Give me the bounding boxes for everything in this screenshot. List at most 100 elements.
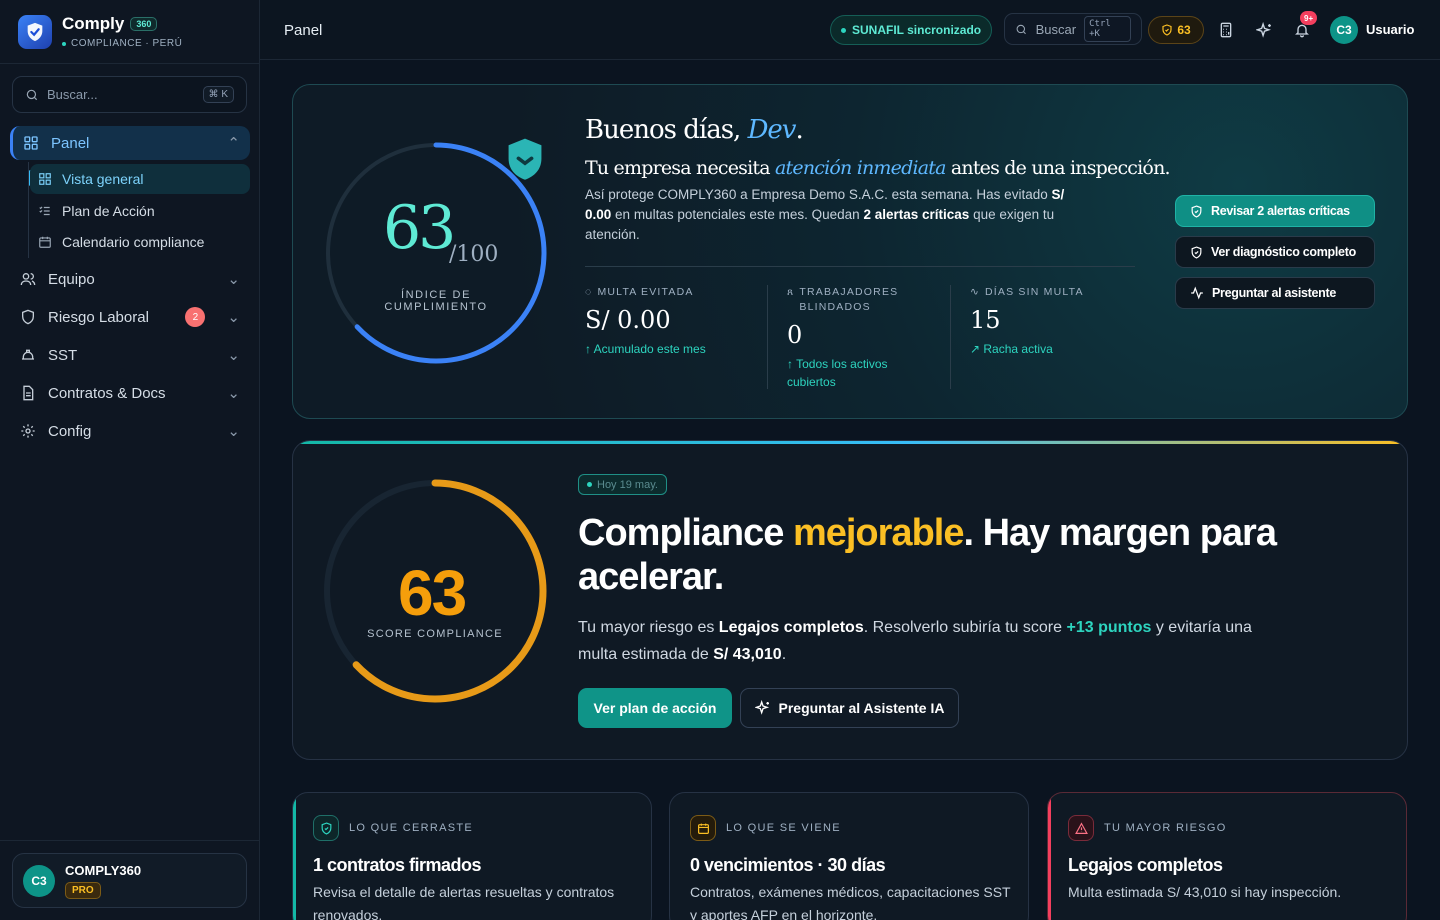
chevron-down-icon: ⌄ bbox=[227, 423, 240, 440]
users-icon: ጸ bbox=[787, 286, 795, 298]
grid-icon bbox=[39, 173, 51, 185]
ask-assistant-button[interactable]: Preguntar al asistente bbox=[1175, 277, 1375, 309]
sidebar-item-label: Equipo bbox=[48, 270, 95, 288]
plan-tier-badge: PRO bbox=[65, 881, 101, 899]
activity-icon: ∿ bbox=[970, 286, 980, 298]
sidebar-item-config[interactable]: Config ⌄ bbox=[10, 414, 250, 448]
sidebar-item-equipo[interactable]: Equipo ⌄ bbox=[10, 262, 250, 296]
sync-status-text: SUNAFIL sincronizado bbox=[852, 23, 982, 37]
sidebar-subitem-plan-accion[interactable]: Plan de Acción bbox=[30, 196, 250, 226]
shield-icon bbox=[22, 309, 34, 325]
sparkles-icon bbox=[754, 700, 769, 715]
shield-icon: ◌ bbox=[585, 286, 593, 298]
view-action-plan-button[interactable]: Ver plan de acción bbox=[578, 688, 732, 728]
summary-card-closed[interactable]: LO QUE CERRASTE 1 contratos firmados Rev… bbox=[292, 792, 652, 920]
card-description: Contratos, exámenes médicos, capacitacio… bbox=[690, 884, 1011, 920]
sidebar-search-input[interactable]: Buscar... ⌘ K bbox=[12, 76, 247, 113]
search-shortcut: ⌘ K bbox=[202, 86, 234, 103]
compliance-score-card: 63 SCORE COMPLIANCE Hoy 19 may. Complian… bbox=[292, 440, 1408, 760]
sidebar-subitem-label: Vista general bbox=[62, 171, 144, 187]
sidebar-item-label: Riesgo Laboral bbox=[48, 308, 149, 326]
summary-card-risk[interactable]: TU MAYOR RIESGO Legajos completos Multa … bbox=[1047, 792, 1407, 920]
summary-card-upcoming[interactable]: LO QUE SE VIENE 0 vencimientos · 30 días… bbox=[669, 792, 1029, 920]
compliance-score-value: 63 bbox=[398, 557, 467, 629]
grid-icon bbox=[24, 136, 38, 150]
sidebar-item-contratos-docs[interactable]: Contratos & Docs ⌄ bbox=[10, 376, 250, 410]
stat-note: Acumulado este mes bbox=[593, 342, 706, 356]
brand-badge: 360 bbox=[130, 17, 158, 31]
compliance-index-max: /100 bbox=[449, 242, 499, 267]
shield-icon bbox=[1191, 245, 1202, 259]
sidebar-item-label: Contratos & Docs bbox=[48, 384, 166, 402]
stat-multa-evitada: ◌ MULTA EVITADA S/ 0.00 ↑ Acumulado este … bbox=[585, 286, 706, 356]
users-icon bbox=[20, 273, 36, 286]
card-title: Legajos completos bbox=[1068, 855, 1223, 875]
shield-icon bbox=[1191, 204, 1202, 218]
chevron-down-icon: ⌄ bbox=[227, 385, 240, 402]
user-avatar[interactable]: C3 bbox=[1330, 16, 1358, 44]
sidebar-subitem-calendario[interactable]: Calendario compliance bbox=[30, 227, 250, 257]
card-kicker: LO QUE SE VIENE bbox=[726, 822, 841, 834]
sidebar-item-label: Panel bbox=[51, 134, 90, 152]
search-icon bbox=[1016, 24, 1026, 34]
chevron-down-icon: ⌄ bbox=[227, 271, 240, 288]
plan-name: COMPLY360 bbox=[65, 862, 142, 878]
calendar-icon bbox=[39, 236, 51, 248]
stat-label: MULTA EVITADA bbox=[597, 286, 694, 298]
review-alerts-button[interactable]: Revisar 2 alertas críticas bbox=[1175, 195, 1375, 227]
calendar-icon bbox=[690, 815, 716, 841]
chevron-down-icon: ⌄ bbox=[227, 347, 240, 364]
chevron-down-icon: ⌄ bbox=[227, 309, 240, 326]
hardhat-icon bbox=[22, 349, 34, 360]
stat-label: TRABAJADORES BLINDADOS bbox=[799, 286, 899, 313]
alert-count-badge: 2 bbox=[185, 307, 206, 327]
sparkles-icon[interactable] bbox=[1254, 20, 1274, 40]
brand-name: Comply bbox=[62, 14, 125, 33]
stat-value: S/ 0.00 bbox=[585, 306, 671, 334]
sidebar-subitem-label: Calendario compliance bbox=[62, 234, 205, 250]
shield-check-icon bbox=[313, 815, 339, 841]
score-pill[interactable]: 63 bbox=[1148, 16, 1204, 44]
search-label: Buscar bbox=[1035, 21, 1077, 37]
sidebar-item-sst[interactable]: SST ⌄ bbox=[10, 338, 250, 372]
sidebar-item-label: SST bbox=[48, 346, 78, 364]
compliance-score-label: SCORE COMPLIANCE bbox=[367, 628, 503, 640]
sidebar-search-placeholder: Buscar... bbox=[47, 87, 98, 102]
stat-trabajadores-blindados: ጸ TRABAJADORES BLINDADOS 0 ↑ Todos los ac… bbox=[787, 285, 927, 391]
card-kicker: LO QUE CERRASTE bbox=[349, 822, 474, 834]
shield-icon bbox=[1162, 24, 1172, 36]
user-name[interactable]: Usuario bbox=[1366, 22, 1414, 37]
sidebar: Comply 360 COMPLIANCE · PERÚ Buscar... ⌘ … bbox=[0, 0, 260, 920]
stat-value: 0 bbox=[787, 321, 803, 349]
document-icon bbox=[23, 385, 34, 401]
stat-note: Todos los activos cubiertos bbox=[787, 357, 888, 389]
activity-icon bbox=[1191, 286, 1203, 300]
hero-card: 63 /100 ÍNDICE DE CUMPLIMIENTO Buenos dí… bbox=[292, 84, 1408, 419]
stat-note: Racha activa bbox=[983, 342, 1053, 356]
compliance-index-label: ÍNDICE DE CUMPLIMIENTO bbox=[384, 289, 488, 313]
gear-icon bbox=[21, 424, 35, 438]
compliance-headline: Compliance mejorable. Hay margen para ac… bbox=[578, 512, 1277, 598]
ask-ai-assistant-button[interactable]: Preguntar al Asistente IA bbox=[740, 688, 959, 728]
hero-description: Así protege COMPLY360 a Empresa Demo S.A… bbox=[585, 187, 1065, 242]
greeting: Buenos días, Dev. bbox=[585, 115, 804, 145]
full-diagnosis-button[interactable]: Ver diagnóstico completo bbox=[1175, 236, 1375, 268]
card-title: 0 vencimientos · 30 días bbox=[690, 855, 886, 875]
plan-card[interactable]: C3 COMPLY360 PRO bbox=[12, 853, 247, 908]
topbar: Panel SUNAFIL sincronizado Buscar Ctrl +… bbox=[260, 0, 1440, 60]
sync-status-pill[interactable]: SUNAFIL sincronizado bbox=[830, 15, 993, 45]
sidebar-subitem-vista-general[interactable]: Vista general bbox=[30, 164, 250, 194]
sidebar-item-riesgo-laboral[interactable]: Riesgo Laboral 2 ⌄ bbox=[10, 300, 250, 334]
date-chip: Hoy 19 may. bbox=[578, 474, 667, 495]
avatar: C3 bbox=[23, 864, 55, 897]
stat-label: DÍAS SIN MULTA bbox=[985, 286, 1084, 298]
global-search-button[interactable]: Buscar Ctrl +K bbox=[1004, 13, 1142, 45]
chevron-up-icon: ⌃ bbox=[227, 135, 240, 152]
sidebar-item-panel[interactable]: Panel ⌃ bbox=[10, 126, 250, 160]
notification-count-badge: 9+ bbox=[1300, 11, 1318, 25]
calculator-icon[interactable] bbox=[1216, 20, 1236, 40]
brand[interactable]: Comply 360 COMPLIANCE · PERÚ bbox=[18, 14, 182, 49]
card-title: 1 contratos firmados bbox=[313, 855, 482, 875]
stat-dias-sin-multa: ∿ DÍAS SIN MULTA 15 ↗ Racha activa bbox=[970, 286, 1084, 356]
sidebar-subitem-label: Plan de Acción bbox=[62, 203, 155, 219]
